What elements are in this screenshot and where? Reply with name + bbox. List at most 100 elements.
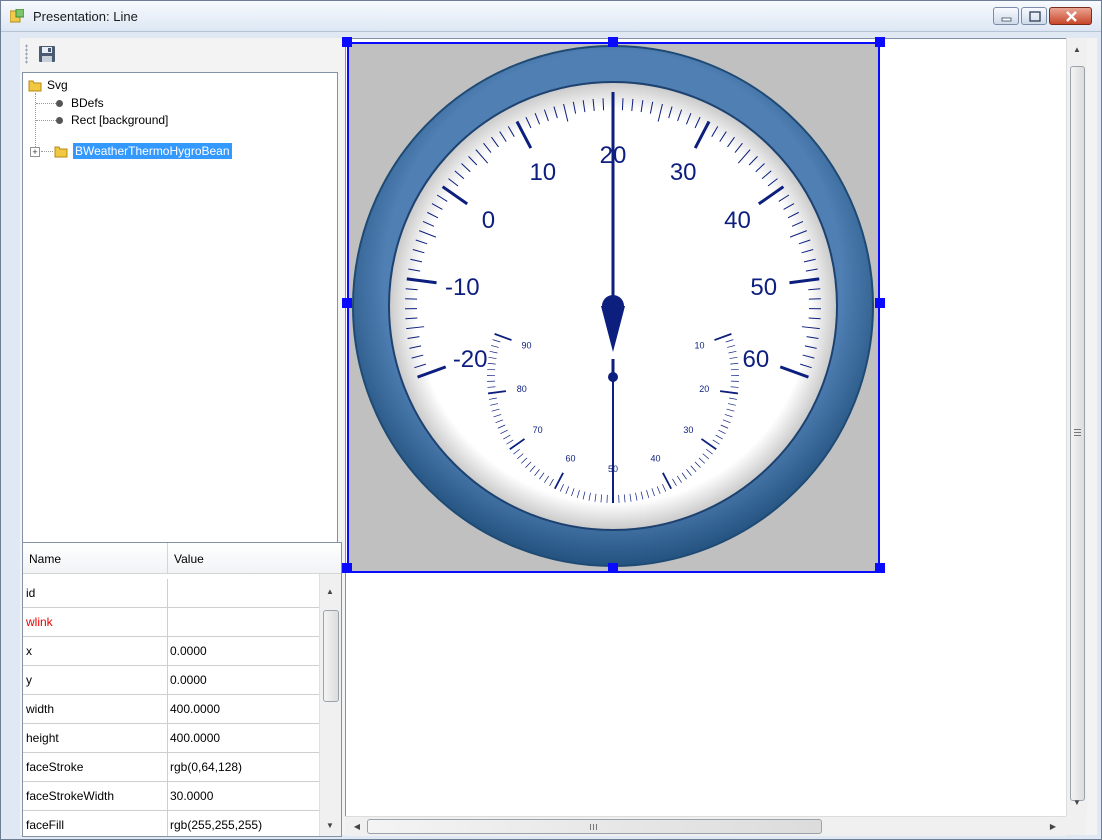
sub-needle-hub [608, 372, 618, 382]
scroll-up-arrow-icon[interactable]: ▲ [1069, 42, 1085, 58]
main-tick [621, 98, 624, 111]
window-title: Presentation: Line [33, 9, 138, 24]
tree-line [36, 103, 56, 104]
scroll-thumb[interactable] [323, 610, 339, 702]
cell-divider [167, 753, 168, 781]
property-grid: Name Value id wlink x 0.0000 y 0.0000 widt… [22, 542, 342, 837]
resize-handle-top[interactable] [608, 37, 618, 47]
tree-item-bweatherthermohygrobean[interactable]: BWeatherThermoHygroBean [73, 143, 232, 160]
property-value[interactable]: 400.0000 [170, 731, 220, 745]
cell-divider [167, 695, 168, 723]
maximize-icon [1029, 11, 1041, 22]
sub-scale-label: 40 [650, 454, 660, 464]
resize-handle-bottom[interactable] [608, 563, 618, 573]
sub-scale-label: 10 [694, 341, 704, 351]
title-bar[interactable]: Presentation: Line [1, 1, 1101, 32]
property-value[interactable]: rgb(255,255,255) [170, 818, 262, 832]
canvas-horizontal-scrollbar[interactable]: ◀ ▶ [345, 816, 1066, 836]
property-value[interactable]: rgb(0,64,128) [170, 760, 242, 774]
scroll-corner [1066, 816, 1086, 835]
cell-divider [167, 637, 168, 665]
main-scale-label: 30 [670, 159, 697, 186]
tree-item-bdefs[interactable]: BDefs [71, 95, 104, 112]
sub-scale-label: 60 [566, 454, 576, 464]
resize-handle-top-left[interactable] [342, 37, 352, 47]
scroll-thumb[interactable] [367, 819, 822, 834]
folder-icon [28, 80, 42, 92]
main-scale-label: 60 [742, 346, 769, 373]
cell-divider [167, 666, 168, 694]
main-scale-label: 40 [724, 207, 751, 234]
grip-icon [1074, 429, 1081, 430]
property-grid-header: Name Value [23, 543, 341, 574]
grip-icon [590, 824, 591, 830]
main-scale-label: 10 [529, 159, 556, 186]
sub-scale-label: 30 [683, 425, 693, 435]
close-button[interactable] [1049, 7, 1092, 25]
main-needle-hub [602, 295, 624, 317]
minimize-button[interactable] [993, 7, 1019, 25]
scroll-down-arrow-icon[interactable]: ▼ [322, 818, 338, 834]
property-grid-scrollbar[interactable]: ▲ ▼ [319, 574, 341, 836]
column-header-name[interactable]: Name [29, 552, 61, 566]
folder-icon [54, 146, 68, 158]
property-row[interactable]: faceStroke rgb(0,64,128) [23, 753, 319, 782]
cell-divider [167, 782, 168, 810]
canvas-vertical-scrollbar[interactable]: ▲ ▼ [1066, 38, 1087, 816]
resize-handle-right[interactable] [875, 298, 885, 308]
tree-item-rect-background[interactable]: Rect [background] [71, 112, 168, 129]
tree-line [36, 120, 56, 121]
resize-handle-bottom-right[interactable] [875, 563, 885, 573]
toolbar-grip[interactable] [25, 44, 28, 64]
property-row[interactable]: width 400.0000 [23, 695, 319, 724]
cell-divider [167, 608, 168, 636]
sub-scale-label: 20 [699, 384, 709, 394]
column-header-value[interactable]: Value [174, 552, 204, 566]
property-value[interactable]: 0.0000 [170, 644, 207, 658]
property-value[interactable]: 0.0000 [170, 673, 207, 687]
app-icon [10, 9, 24, 23]
main-scale-label: 50 [750, 274, 777, 301]
scroll-right-arrow-icon[interactable]: ▶ [1045, 819, 1061, 835]
property-row[interactable]: x 0.0000 [23, 637, 319, 666]
maximize-button[interactable] [1021, 7, 1047, 25]
sub-scale-label: 90 [522, 341, 532, 351]
sub-scale-label: 80 [517, 384, 527, 394]
tree-line [35, 93, 36, 151]
main-scale-label: -10 [445, 274, 480, 301]
cell-divider [167, 724, 168, 752]
scroll-down-arrow-icon[interactable]: ▼ [1069, 795, 1085, 811]
tree-line [41, 151, 53, 152]
property-row[interactable]: faceFill rgb(255,255,255) [23, 811, 319, 836]
close-icon [1066, 11, 1077, 22]
scroll-left-arrow-icon[interactable]: ◀ [349, 819, 365, 835]
toolbar [22, 38, 342, 70]
resize-handle-bottom-left[interactable] [342, 563, 352, 573]
resize-handle-left[interactable] [342, 298, 352, 308]
scroll-up-arrow-icon[interactable]: ▲ [322, 584, 338, 600]
property-value[interactable]: 30.0000 [170, 789, 213, 803]
property-value[interactable]: 400.0000 [170, 702, 220, 716]
property-row[interactable]: height 400.0000 [23, 724, 319, 753]
main-scale-label: -20 [453, 346, 488, 373]
property-row[interactable]: y 0.0000 [23, 666, 319, 695]
sub-scale-label: 70 [533, 425, 543, 435]
floppy-disk-icon[interactable] [38, 45, 56, 63]
thermo-hygro-gauge[interactable]: -20-100102030405060 102030405060708090 [346, 41, 881, 574]
property-row[interactable]: id [23, 579, 319, 608]
property-row[interactable]: wlink [23, 608, 319, 637]
minimize-icon [1001, 17, 1012, 22]
node-bullet-icon [56, 117, 63, 124]
cell-divider [167, 579, 168, 607]
left-panel: Svg BDefs Rect [background] + BWeatherTh… [22, 38, 342, 837]
main-tick [602, 98, 605, 111]
tree-root-svg[interactable]: Svg [47, 77, 68, 94]
cell-divider [167, 811, 168, 836]
expand-toggle-icon[interactable]: + [30, 147, 40, 157]
column-divider[interactable] [167, 543, 168, 573]
svg-tree[interactable]: Svg BDefs Rect [background] + BWeatherTh… [22, 72, 338, 576]
scroll-thumb[interactable] [1070, 66, 1085, 801]
gauge-widget[interactable]: -20-100102030405060 102030405060708090 [342, 37, 885, 574]
property-row[interactable]: faceStrokeWidth 30.0000 [23, 782, 319, 811]
resize-handle-top-right[interactable] [875, 37, 885, 47]
